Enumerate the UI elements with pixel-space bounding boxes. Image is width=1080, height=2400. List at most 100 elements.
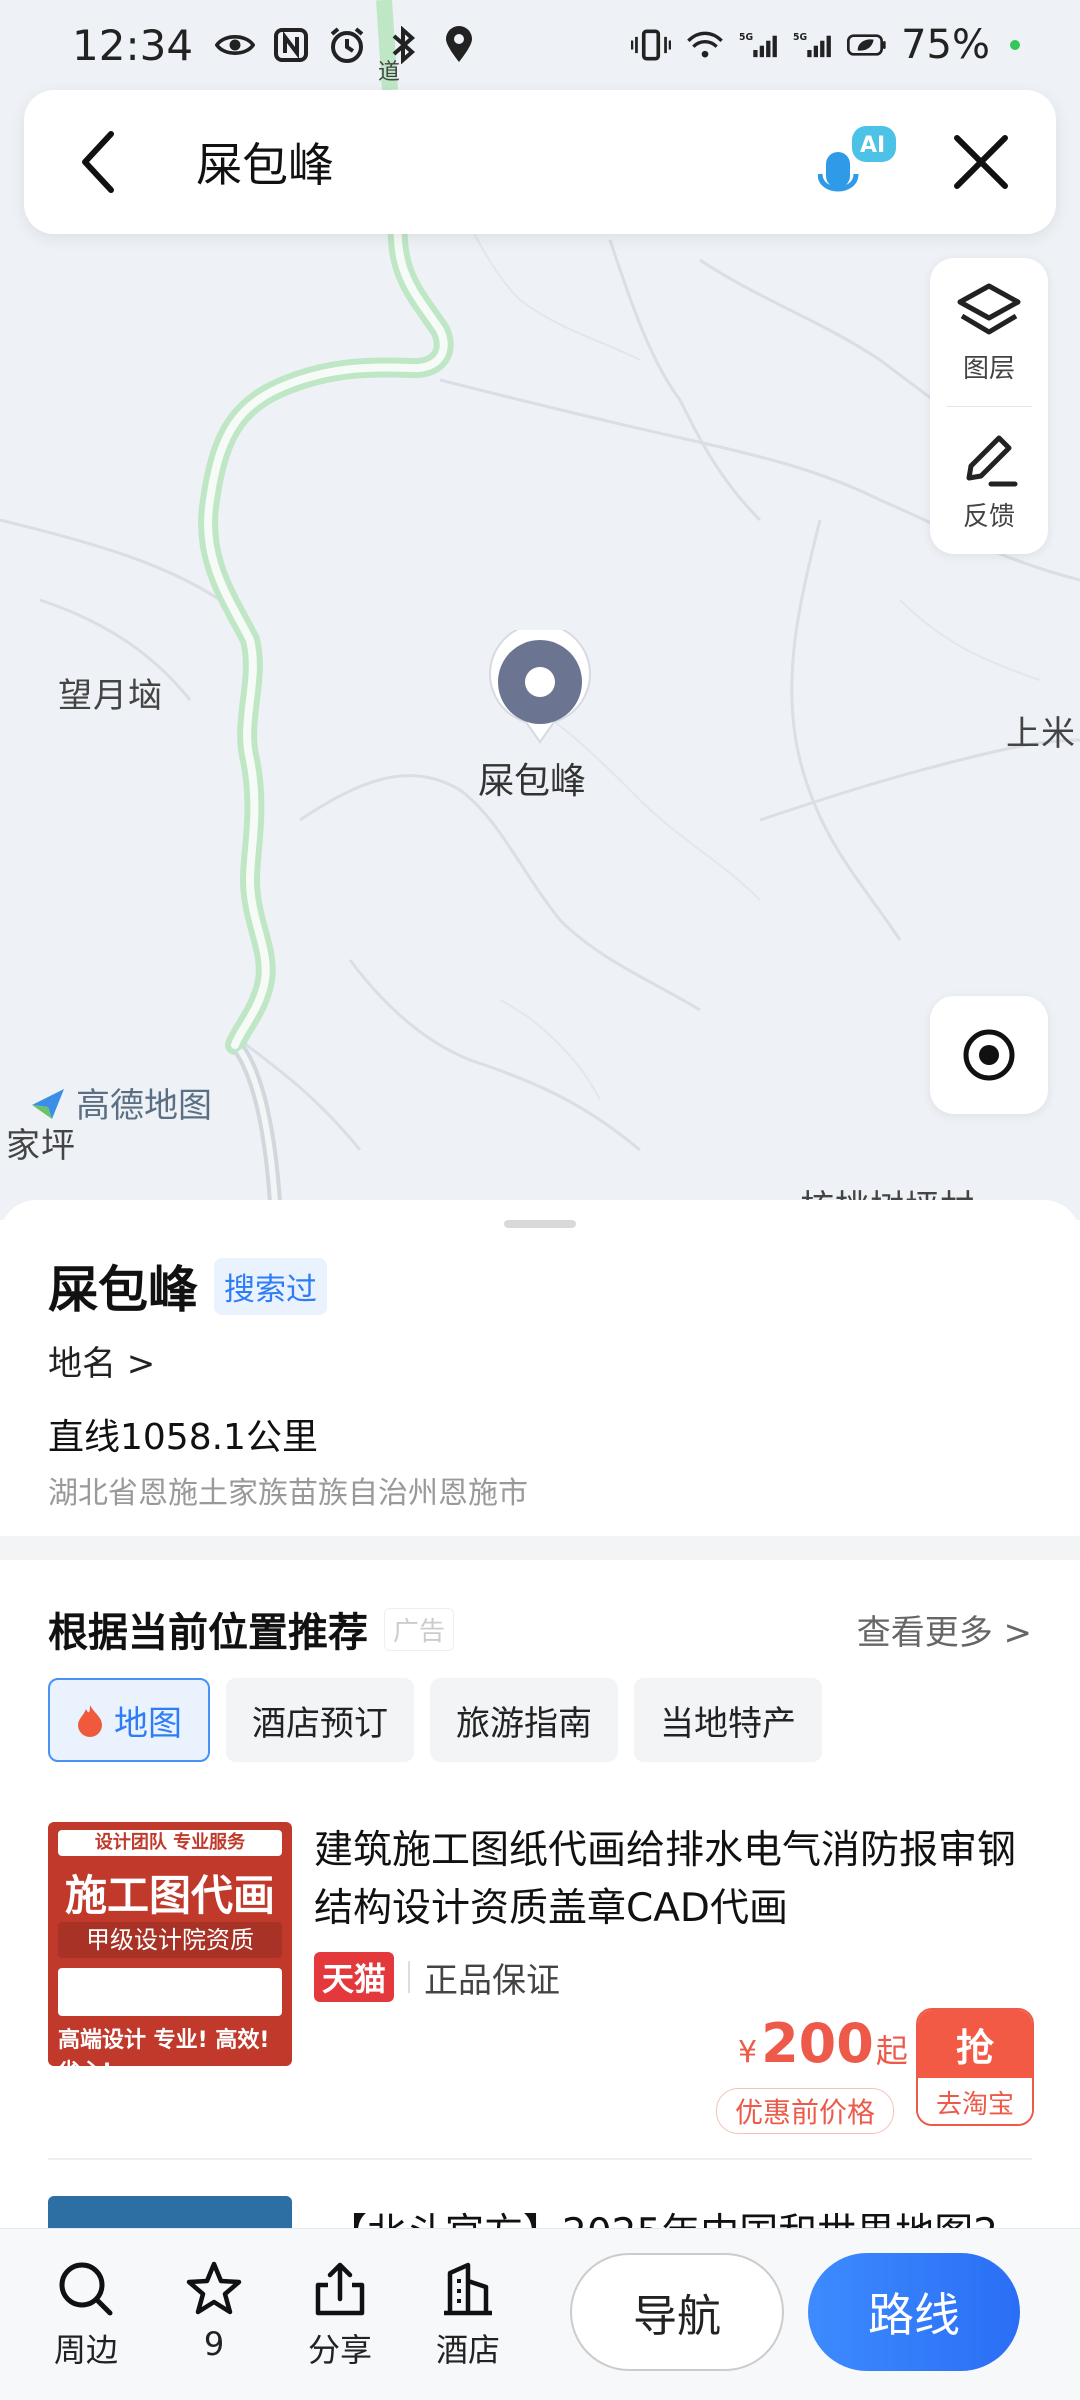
chip-hotel-booking[interactable]: 酒店预订 — [226, 1678, 414, 1762]
favorite-count: 9 — [203, 2325, 225, 2363]
ai-voice-button[interactable]: AI — [817, 122, 898, 202]
hotel-label: 酒店 — [435, 2331, 500, 2369]
eye-icon — [215, 25, 256, 65]
chip-hotel-booking-label: 酒店预订 — [252, 1703, 388, 1744]
location-pin-icon[interactable] — [486, 630, 594, 750]
poi-distance: 直线1058.1公里 — [48, 1417, 318, 1458]
nearby-button[interactable]: 周边 — [36, 2259, 136, 2371]
svg-text:5G: 5G — [793, 32, 807, 43]
recommend-chips: 地图 酒店预订 旅游指南 当地特产 — [48, 1678, 822, 1762]
signal-5g-icon-2: 5G — [793, 25, 833, 65]
chip-local-specialty-label: 当地特产 — [660, 1703, 796, 1744]
place-label-wangyue[interactable]: 望月垴 — [58, 668, 163, 717]
search-query[interactable]: 屎包峰 — [196, 129, 818, 195]
poi-address: 湖北省恩施土家族苗族自治州恩施市 — [48, 1476, 528, 1511]
product-price: ¥ 200 起 — [738, 2012, 908, 2075]
price-suffix: 起 — [875, 2032, 908, 2070]
privacy-indicator-dot — [1010, 40, 1020, 50]
amap-logo-text: 高德地图 — [76, 1086, 212, 1126]
map-tools-panel: 图层 反馈 — [930, 258, 1048, 554]
feedback-button[interactable]: 反馈 — [946, 406, 1032, 554]
thumb-headline: 施工图代画 — [64, 1871, 275, 1920]
locate-icon — [963, 1029, 1015, 1081]
alarm-icon — [327, 25, 367, 65]
star-icon — [186, 2261, 242, 2315]
favorite-button[interactable]: 9 — [164, 2259, 264, 2363]
battery-icon — [847, 25, 887, 65]
nearby-label: 周边 — [53, 2331, 118, 2369]
wifi-icon — [685, 25, 725, 65]
amap-logo-icon — [32, 1088, 64, 1119]
guarantee-label: 正品保证 — [424, 1960, 561, 2001]
location-icon — [439, 25, 479, 65]
back-button[interactable] — [64, 127, 134, 197]
chip-travel-guide[interactable]: 旅游指南 — [430, 1678, 618, 1762]
nfc-icon — [271, 25, 311, 65]
chip-travel-guide-label: 旅游指南 — [456, 1703, 592, 1744]
recommend-title: 根据当前位置推荐 — [48, 1610, 368, 1656]
thumb-sub: 甲级设计院资质 — [58, 1922, 282, 1958]
sheet-drag-handle[interactable] — [504, 1220, 576, 1228]
edit-icon — [966, 435, 1018, 487]
bluetooth-icon — [383, 25, 423, 65]
share-icon — [315, 2262, 365, 2316]
share-button[interactable]: 分享 — [290, 2259, 390, 2371]
tmall-badge: 天猫 — [314, 1952, 395, 2002]
amap-logo: 高德地图 — [28, 1078, 212, 1127]
poi-title-row: 屎包峰 搜索过 — [48, 1250, 327, 1322]
back-arrow-icon — [82, 131, 114, 193]
searched-badge: 搜索过 — [214, 1257, 327, 1315]
recommend-header: 根据当前位置推荐 广告 查看更多 > — [48, 1600, 1032, 1658]
product-thumbnail[interactable]: 设计团队 专业服务 施工图代画 甲级设计院资质 高端设计 专业! 高效! 省心! — [48, 1822, 292, 2066]
product-title[interactable]: 建筑施工图纸代画给排水电气消防报审钢结构设计资质盖章CAD代画 — [314, 1822, 1032, 1938]
battery-percent: 75% — [901, 22, 990, 68]
thumb-footer: 高端设计 专业! 高效! 省心! — [58, 2028, 270, 2066]
chip-map[interactable]: 地图 — [48, 1678, 210, 1762]
go-taobao-label: 去淘宝 — [918, 2078, 1032, 2124]
pin-label: 屎包峰 — [478, 761, 587, 802]
chip-local-specialty[interactable]: 当地特产 — [634, 1678, 822, 1762]
close-button[interactable] — [946, 127, 1016, 197]
locate-me-button[interactable] — [930, 996, 1048, 1114]
thumb-banner: 设计团队 专业服务 — [58, 1830, 282, 1856]
share-label: 分享 — [307, 2331, 372, 2369]
hotel-button[interactable]: 酒店 — [418, 2259, 518, 2371]
flame-icon — [78, 1705, 102, 1737]
navigate-button[interactable]: 导航 — [570, 2253, 784, 2371]
hotel-building-icon — [444, 2262, 492, 2316]
poi-name: 屎包峰 — [48, 1261, 198, 1319]
close-icon — [954, 135, 1008, 189]
product-divider — [48, 2158, 1032, 2160]
price-value: 200 — [761, 2012, 874, 2075]
product-card[interactable]: 设计团队 专业服务 施工图代画 甲级设计院资质 高端设计 专业! 高效! 省心!… — [48, 1822, 1034, 2134]
ad-badge: 广告 — [384, 1607, 455, 1651]
pre-discount-label: 优惠前价格 — [716, 2088, 895, 2134]
status-time: 12:34 — [72, 20, 194, 70]
svg-text:5G: 5G — [739, 32, 753, 43]
price-currency: ¥ — [738, 2035, 758, 2070]
vibrate-icon — [631, 25, 672, 65]
status-bar: 12:34 5G 5G 75% — [0, 0, 1080, 90]
thumb-checklist — [58, 1968, 282, 2016]
grab-button[interactable]: 抢 去淘宝 — [916, 2008, 1034, 2126]
badge-separator — [408, 1961, 411, 1993]
svg-text:AI: AI — [860, 133, 885, 158]
layers-label: 图层 — [962, 353, 1015, 384]
poi-category-link[interactable]: 地名 > — [48, 1336, 155, 1385]
view-more-link[interactable]: 查看更多 > — [857, 1605, 1032, 1654]
place-label-shangmi[interactable]: 上米 — [1006, 706, 1076, 755]
ai-mic-icon: AI — [817, 126, 896, 192]
grab-label: 抢 — [918, 2010, 1032, 2078]
route-button[interactable]: 路线 — [808, 2253, 1020, 2371]
layers-button[interactable]: 图层 — [930, 258, 1048, 406]
product-badges: 天猫 正品保证 — [314, 1952, 560, 2002]
section-divider — [0, 1536, 1080, 1560]
chip-map-label: 地图 — [114, 1703, 182, 1744]
signal-5g-icon: 5G — [739, 25, 779, 65]
bottom-action-bar: 周边 9 分享 酒店 导航 路线 — [0, 2228, 1080, 2400]
search-icon — [59, 2262, 113, 2316]
search-bar: 屎包峰 AI — [24, 90, 1056, 234]
layers-icon — [957, 283, 1021, 334]
poi-detail-sheet[interactable]: 屎包峰 搜索过 地名 > 直线1058.1公里 湖北省恩施土家族苗族自治州恩施市… — [0, 1200, 1080, 2400]
feedback-label: 反馈 — [962, 502, 1015, 532]
